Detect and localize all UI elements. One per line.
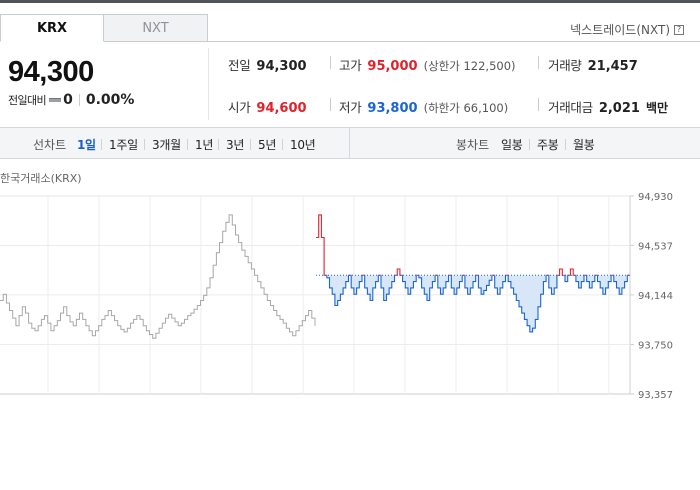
chart-y-tick-label: 93,357: [638, 390, 673, 401]
stat-value: 21,457: [587, 59, 638, 74]
nxt-link-label: 넥스트레이드(NXT): [570, 23, 670, 37]
period-1d[interactable]: 1일: [77, 136, 96, 153]
today-area-fill: [326, 275, 628, 332]
period-separator: [565, 139, 566, 150]
candle-daily[interactable]: 일봉: [501, 136, 523, 153]
stat-value: 2,021: [598, 101, 640, 116]
price-chart-svg: 94,930 94,537 94,144 93,750 93,357: [0, 192, 673, 401]
change-value: 0: [63, 92, 73, 108]
period-separator: [250, 139, 251, 150]
today-series-up: [316, 214, 630, 276]
tab-krx[interactable]: KRX: [0, 14, 104, 42]
candle-chart-label: 봉차트: [456, 138, 490, 152]
stat-low: 저가 93,800 (하한가 66,100): [339, 97, 508, 116]
period-separator: [218, 139, 219, 150]
stat-value: 94,300: [256, 59, 307, 74]
upper-limit: (상한가 122,500): [423, 59, 516, 73]
chart-y-tick-label: 94,537: [638, 241, 673, 252]
tabs-underline: [208, 41, 700, 42]
market-tabs: KRX NXT: [0, 14, 208, 42]
lower-limit: (하한가 66,100): [423, 101, 509, 115]
top-rule: [0, 0, 700, 3]
stat-separator: [538, 98, 539, 111]
period-10y[interactable]: 10년: [290, 136, 316, 153]
period-1y[interactable]: 1년: [195, 136, 213, 153]
toolbar-divider: [349, 128, 350, 158]
stat-label: 고가: [339, 58, 362, 73]
stat-volume: 거래량 21,457: [548, 55, 638, 74]
stat-open: 시가 94,600: [228, 97, 307, 116]
candle-weekly[interactable]: 주봉: [537, 136, 559, 153]
summary-divider: [208, 48, 209, 120]
period-separator: [282, 139, 283, 150]
chart-y-tick-label: 93,750: [638, 341, 673, 352]
period-toolbar: 선차트 1일 1주일 3개월 1년 3년 5년 10년 봉차트 일봉 주봉 월봉: [0, 127, 700, 159]
stat-label: 거래량: [548, 58, 582, 73]
tab-nxt[interactable]: NXT: [104, 14, 208, 42]
period-separator: [144, 139, 145, 150]
flat-icon: [49, 98, 62, 102]
stat-turnover: 거래대금 2,021 백만: [548, 97, 668, 116]
period-5y[interactable]: 5년: [258, 136, 276, 153]
period-separator: [529, 139, 530, 150]
chart-y-tick-label: 94,144: [638, 291, 673, 302]
change-label: 전일대비: [8, 94, 47, 107]
change-separator: [78, 94, 80, 106]
stat-value: 93,800: [367, 101, 418, 116]
help-icon[interactable]: ?: [674, 24, 684, 35]
period-1w[interactable]: 1주일: [109, 136, 138, 153]
stat-label: 시가: [228, 100, 251, 115]
candle-monthly[interactable]: 월봉: [573, 136, 595, 153]
stat-value: 94,600: [256, 101, 307, 116]
stat-label: 거래대금: [548, 100, 593, 115]
stat-separator: [330, 98, 331, 111]
chart-exchange-label: 한국거래소(KRX): [0, 172, 82, 185]
stat-prev-close: 전일 94,300: [228, 55, 307, 74]
nxt-link[interactable]: 넥스트레이드(NXT) ?: [570, 21, 684, 38]
current-price: 94,300: [8, 56, 94, 88]
stat-separator: [330, 56, 331, 69]
period-separator: [101, 139, 102, 150]
line-chart-label: 선차트: [33, 138, 67, 152]
today-series-down: [323, 275, 630, 333]
period-3y[interactable]: 3년: [226, 136, 244, 153]
stat-unit: 백만: [645, 101, 669, 115]
period-3m[interactable]: 3개월: [152, 136, 181, 153]
chart-y-tick-label: 94,930: [638, 192, 673, 203]
period-separator: [187, 139, 188, 150]
stat-label: 전일: [228, 58, 251, 73]
prev-day-series: [0, 214, 316, 339]
stat-high: 고가 95,000 (상한가 122,500): [339, 55, 516, 74]
price-change: 전일대비 0 0.00%: [8, 92, 134, 108]
price-chart[interactable]: 94,930 94,537 94,144 93,750 93,357: [0, 186, 700, 401]
stat-value: 95,000: [367, 59, 418, 74]
stat-label: 저가: [339, 100, 362, 115]
stat-separator: [538, 56, 539, 69]
change-percent: 0.00%: [85, 92, 135, 108]
